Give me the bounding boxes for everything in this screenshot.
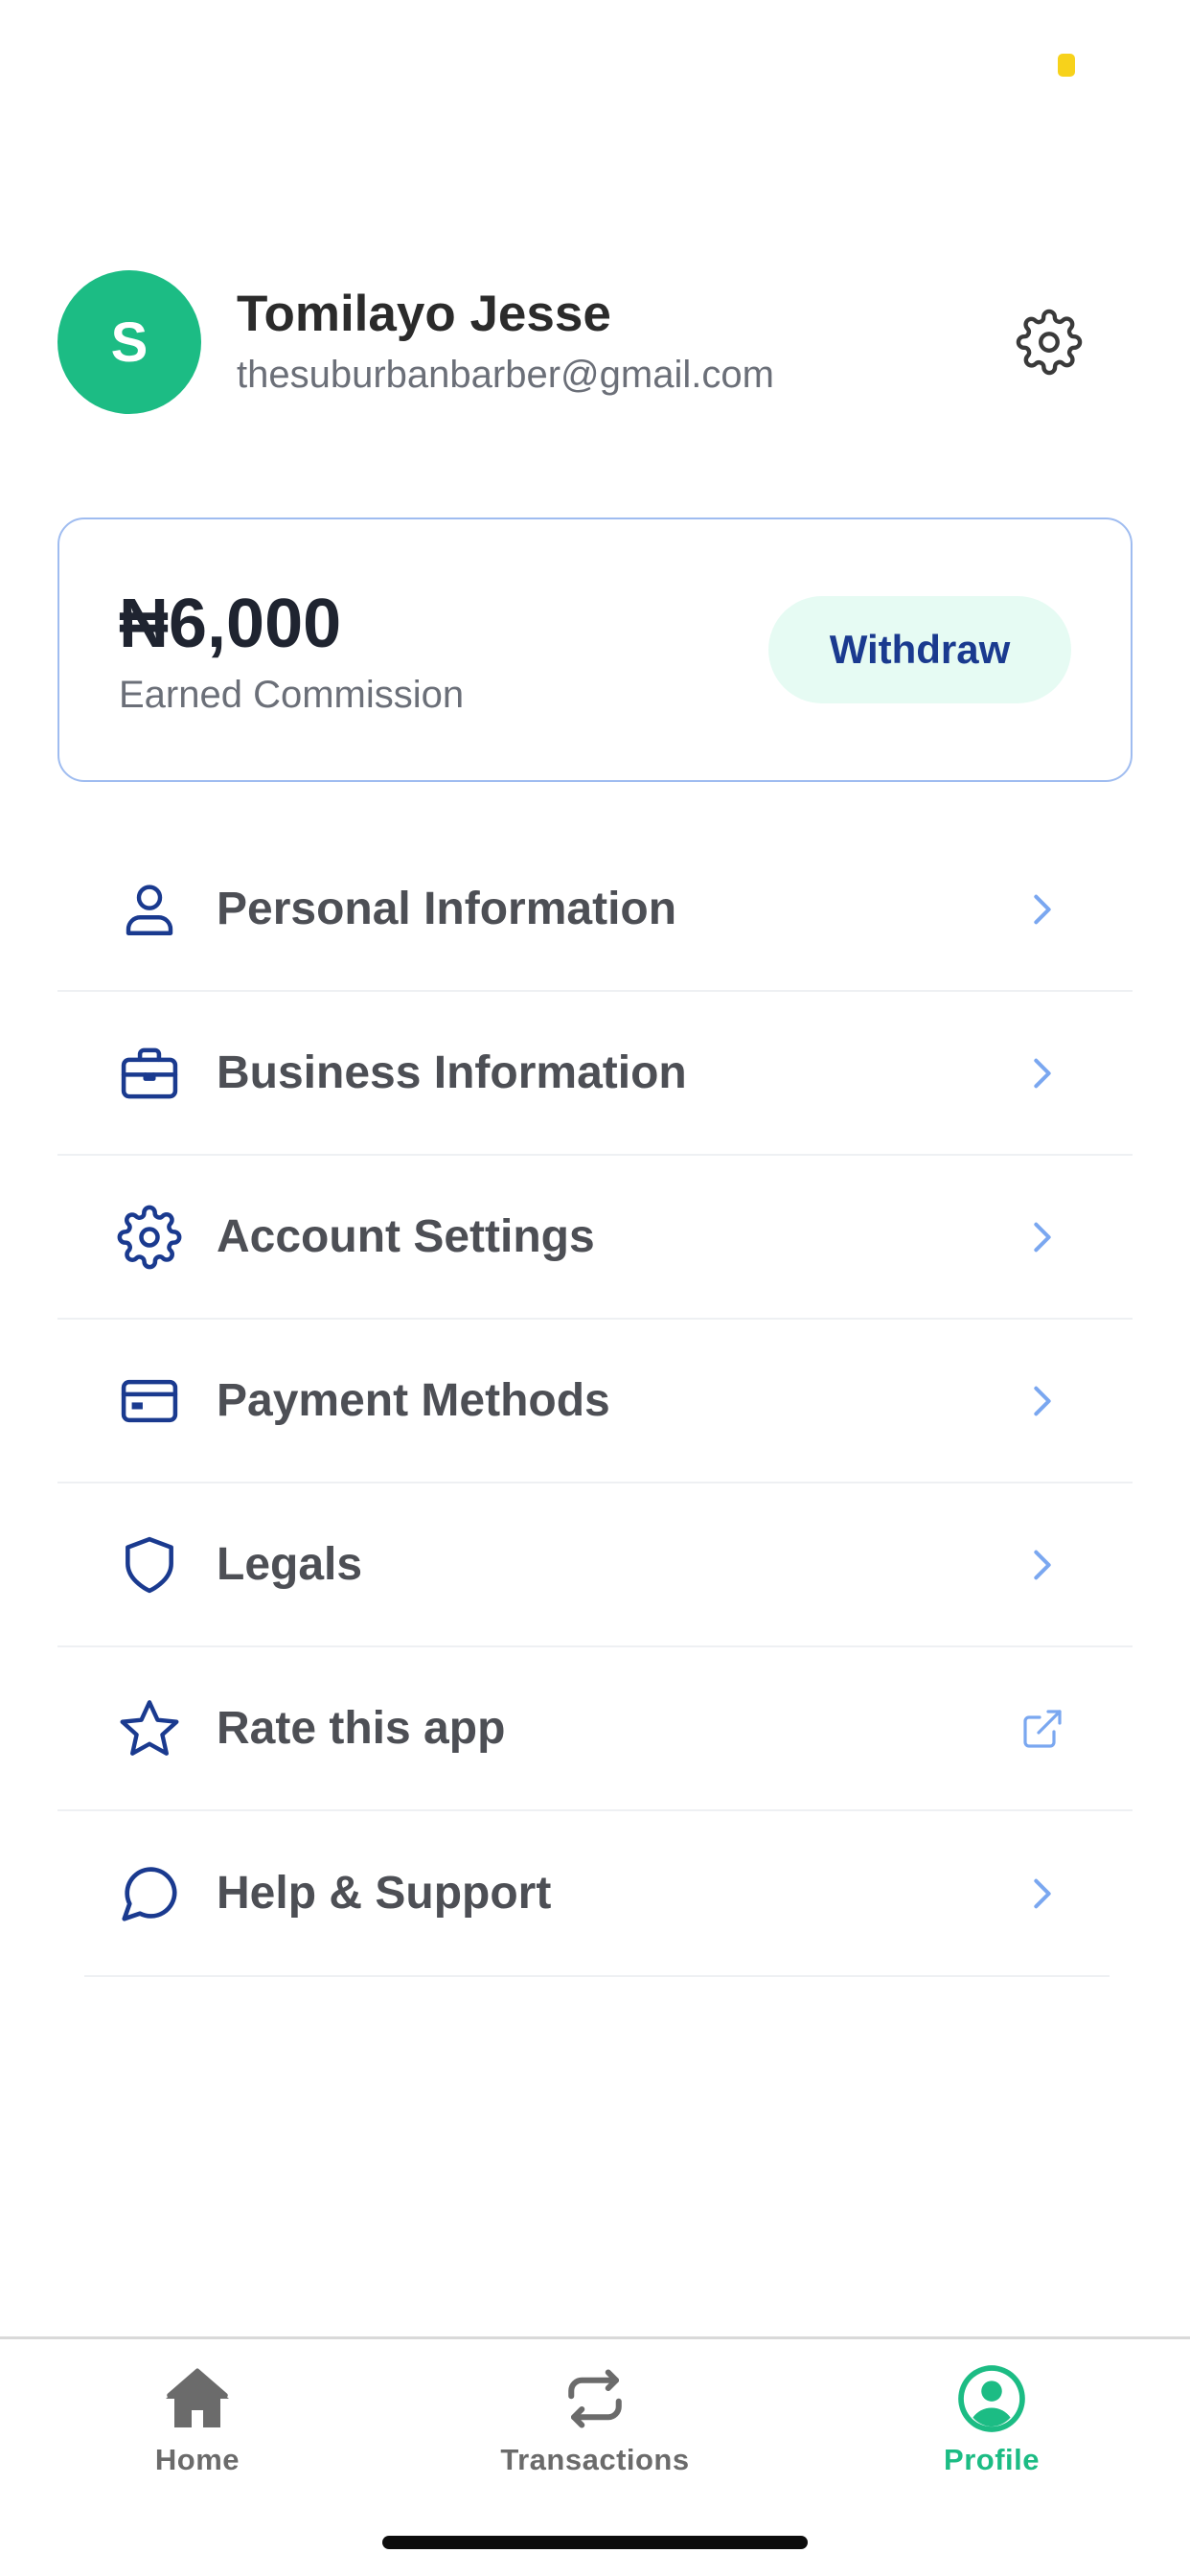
menu-item-label: Legals	[217, 1539, 363, 1590]
menu-item-label: Account Settings	[217, 1211, 595, 1262]
external-link-icon	[1019, 1706, 1065, 1752]
menu-divider	[84, 1975, 1110, 1977]
gear-icon	[115, 1203, 184, 1272]
chevron-right-icon	[1019, 1378, 1065, 1424]
commission-label: Earned Commission	[119, 673, 465, 716]
gear-icon	[1016, 309, 1083, 376]
menu-item-personal-information[interactable]: Personal Information	[57, 828, 1133, 992]
status-indicator	[1058, 54, 1075, 77]
tab-home[interactable]: Home	[63, 2360, 332, 2485]
tab-label: Profile	[944, 2443, 1040, 2476]
menu-item-business-information[interactable]: Business Information	[57, 992, 1133, 1156]
avatar[interactable]: S	[57, 270, 201, 414]
briefcase-icon	[115, 1039, 184, 1108]
user-name: Tomilayo Jesse	[237, 286, 611, 342]
profile-menu: Personal Information Business Informatio…	[57, 828, 1133, 1977]
menu-item-label: Business Information	[217, 1047, 687, 1098]
menu-item-legals[interactable]: Legals	[57, 1484, 1133, 1647]
commission-amount: ₦6,000	[119, 585, 342, 662]
card-icon	[115, 1367, 184, 1436]
menu-item-label: Payment Methods	[217, 1375, 610, 1426]
tab-label: Transactions	[500, 2443, 690, 2476]
menu-item-help-support[interactable]: Help & Support	[57, 1811, 1133, 1975]
user-email: thesuburbanbarber@gmail.com	[237, 354, 774, 396]
user-info: Tomilayo Jesse thesuburbanbarber@gmail.c…	[237, 283, 1011, 402]
chat-bubble-icon	[115, 1859, 184, 1928]
tab-label: Home	[154, 2443, 240, 2476]
transfer-icon	[557, 2360, 633, 2437]
menu-item-payment-methods[interactable]: Payment Methods	[57, 1320, 1133, 1484]
user-icon	[115, 875, 184, 944]
menu-item-rate-this-app[interactable]: Rate this app	[57, 1647, 1133, 1811]
chevron-right-icon	[1019, 1214, 1065, 1260]
home-indicator[interactable]	[382, 2536, 808, 2549]
settings-button[interactable]	[1011, 304, 1087, 380]
menu-item-label: Rate this app	[217, 1703, 506, 1754]
profile-icon	[953, 2360, 1030, 2437]
star-icon	[115, 1694, 184, 1763]
tab-profile[interactable]: Profile	[858, 2360, 1126, 2485]
menu-item-label: Personal Information	[217, 884, 677, 934]
chevron-right-icon	[1019, 1871, 1065, 1917]
profile-header: S Tomilayo Jesse thesuburbanbarber@gmail…	[57, 270, 1092, 414]
withdraw-button[interactable]: Withdraw	[768, 596, 1071, 703]
tab-transactions[interactable]: Transactions	[461, 2360, 729, 2485]
shield-icon	[115, 1530, 184, 1599]
menu-item-account-settings[interactable]: Account Settings	[57, 1156, 1133, 1320]
chevron-right-icon	[1019, 1542, 1065, 1588]
chevron-right-icon	[1019, 886, 1065, 932]
menu-item-label: Help & Support	[217, 1868, 552, 1919]
commission-info: ₦6,000 Earned Commission	[119, 584, 464, 717]
chevron-right-icon	[1019, 1050, 1065, 1096]
home-icon	[159, 2360, 236, 2437]
commission-card: ₦6,000 Earned Commission Withdraw	[57, 518, 1133, 782]
